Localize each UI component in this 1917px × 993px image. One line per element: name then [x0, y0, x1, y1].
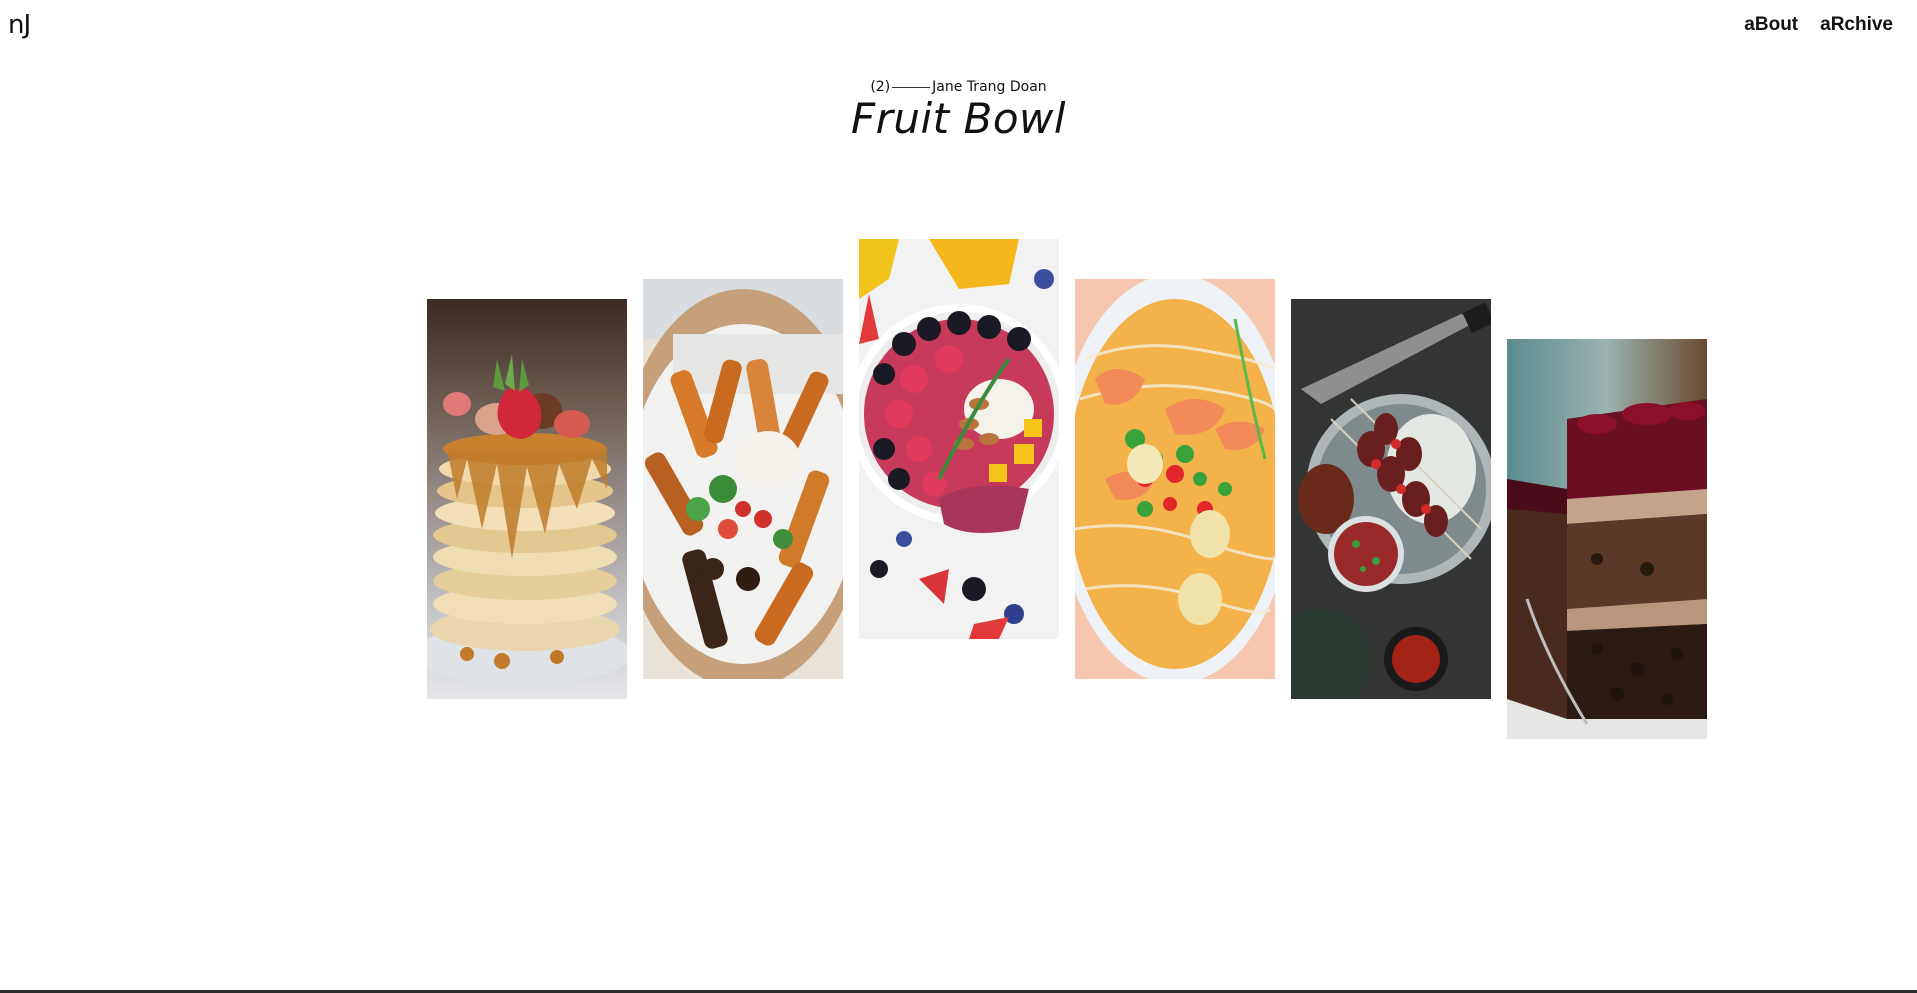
sweet-potato-salad-image — [643, 279, 843, 679]
pancake-stack-image — [427, 299, 627, 699]
image-gallery — [0, 0, 1917, 993]
chocolate-cake-image — [1507, 339, 1707, 739]
skewers-plate-image — [1291, 299, 1491, 699]
fruit-bowl-image — [859, 239, 1059, 639]
gallery-image-sweet-potato[interactable] — [643, 279, 843, 679]
page: nJ aBout aRchive (2) Jane Trang Doan Fru… — [0, 0, 1917, 993]
gallery-image-skewers[interactable] — [1291, 299, 1491, 699]
gallery-image-pancakes[interactable] — [427, 299, 627, 699]
noodle-soup-image — [1075, 279, 1275, 679]
gallery-image-fruit-bowl[interactable] — [859, 239, 1059, 639]
gallery-image-noodle-soup[interactable] — [1075, 279, 1275, 679]
gallery-image-cake[interactable] — [1507, 339, 1707, 739]
